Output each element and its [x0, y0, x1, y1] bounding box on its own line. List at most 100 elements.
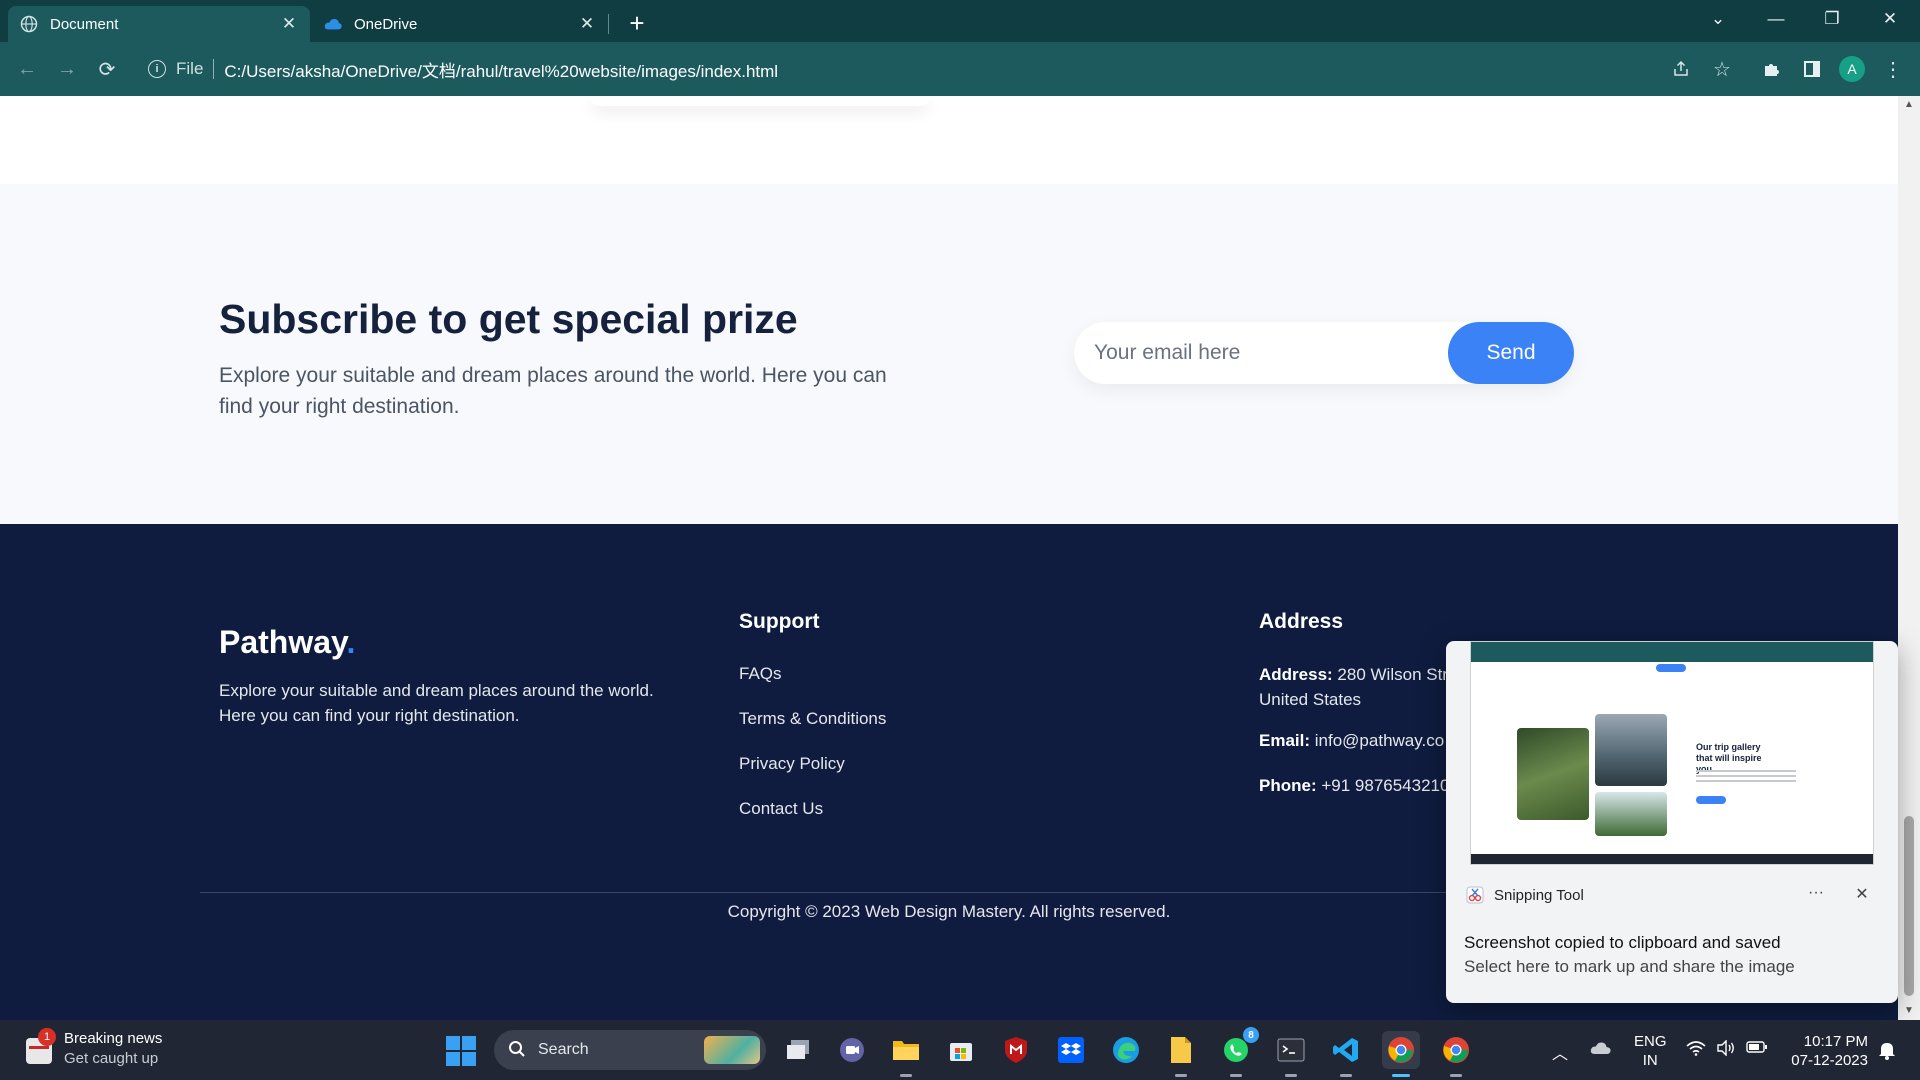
- tab-onedrive[interactable]: OneDrive ✕: [312, 6, 608, 42]
- chrome-icon[interactable]: [1382, 1031, 1420, 1077]
- whatsapp-badge: 8: [1243, 1027, 1259, 1043]
- notification-bell-icon[interactable]: [1878, 1040, 1898, 1060]
- tab-title: OneDrive: [354, 15, 418, 33]
- browser-titlebar: Document ✕ OneDrive ✕ + ⌄ — ❐ ✕: [0, 0, 1920, 42]
- task-view-icon[interactable]: [779, 1031, 817, 1069]
- send-button[interactable]: Send: [1448, 322, 1574, 384]
- volume-icon[interactable]: [1716, 1039, 1736, 1061]
- preview-lake-image: [1595, 714, 1667, 786]
- news-title[interactable]: Breaking news: [64, 1030, 162, 1047]
- subscribe-section: Subscribe to get special prize Explore y…: [0, 184, 1898, 524]
- close-icon[interactable]: ✕: [1848, 881, 1876, 909]
- search-highlight-image: [704, 1036, 760, 1064]
- address-value: 280 Wilson Str: [1337, 665, 1448, 684]
- address-label: Address:: [1259, 665, 1333, 684]
- more-options-icon[interactable]: ···: [1802, 881, 1830, 909]
- windows-taskbar: 1 Breaking news Get caught up Search 8 ︿…: [0, 1020, 1920, 1080]
- new-tab-button[interactable]: +: [622, 8, 652, 38]
- system-clock[interactable]: 10:17 PM 07-12-2023: [1780, 1032, 1868, 1070]
- back-button[interactable]: ←: [10, 52, 44, 86]
- tab-separator: [608, 14, 609, 34]
- windows-start-icon[interactable]: [446, 1036, 476, 1066]
- whatsapp-icon[interactable]: 8: [1217, 1027, 1259, 1077]
- minimize-button[interactable]: —: [1748, 0, 1804, 38]
- forward-button[interactable]: →: [50, 52, 84, 86]
- browser-toolbar: ← → ⟳ i File C:/Users/aksha/OneDrive/文档/…: [0, 42, 1920, 96]
- preview-browser-bar: [1471, 642, 1873, 662]
- close-tab-icon[interactable]: ✕: [280, 14, 298, 34]
- address-bar[interactable]: i File C:/Users/aksha/OneDrive/文档/rahul/…: [134, 50, 1694, 88]
- page-scrollbar[interactable]: ▲ ▼: [1898, 96, 1920, 1020]
- file-explorer-icon[interactable]: [887, 1031, 925, 1077]
- brand-dot: .: [346, 624, 356, 660]
- contact-link[interactable]: Contact Us: [739, 799, 823, 819]
- taskbar-search[interactable]: Search: [494, 1030, 766, 1070]
- footer-brand[interactable]: Pathway.: [219, 624, 355, 661]
- tab-search-icon[interactable]: ⌄: [1690, 0, 1746, 38]
- share-icon[interactable]: [1664, 52, 1698, 86]
- search-label: Search: [538, 1041, 589, 1058]
- preview-button: [1656, 664, 1686, 672]
- terminal-icon[interactable]: [1272, 1031, 1310, 1077]
- subscribe-form: Send: [1074, 322, 1574, 384]
- wifi-icon[interactable]: [1686, 1040, 1706, 1061]
- snipping-tool-icon: [1466, 886, 1484, 904]
- language-indicator[interactable]: ENG IN: [1634, 1032, 1667, 1070]
- footer-description: Explore your suitable and dream places a…: [219, 681, 654, 725]
- scroll-up-icon[interactable]: ▲: [1898, 96, 1920, 114]
- kebab-menu-icon[interactable]: ⋮: [1876, 52, 1910, 86]
- screenshot-preview[interactable]: Our trip gallery that will inspire you: [1470, 641, 1874, 865]
- globe-icon: [20, 15, 38, 33]
- phone-value[interactable]: +91 9876543210: [1321, 776, 1449, 795]
- mcafee-icon[interactable]: [997, 1031, 1035, 1069]
- notification-message: Screenshot copied to clipboard and saved: [1464, 933, 1781, 952]
- notification-submessage: Select here to mark up and share the ima…: [1464, 957, 1795, 976]
- info-icon[interactable]: i: [148, 60, 166, 78]
- url-text[interactable]: C:/Users/aksha/OneDrive/文档/rahul/travel%…: [224, 57, 778, 82]
- extensions-puzzle-icon[interactable]: [1755, 52, 1789, 86]
- chrome-profile-icon[interactable]: [1437, 1031, 1475, 1077]
- preview-button-2: [1696, 796, 1726, 804]
- support-heading: Support: [739, 610, 820, 633]
- preview-text-lines: [1696, 770, 1796, 784]
- phone-label: Phone:: [1259, 776, 1317, 795]
- terms-link[interactable]: Terms & Conditions: [739, 709, 886, 729]
- close-window-button[interactable]: ✕: [1862, 0, 1918, 38]
- onedrive-tray-icon[interactable]: [1590, 1040, 1612, 1061]
- vscode-icon[interactable]: [1327, 1031, 1365, 1077]
- preview-taskbar: [1471, 854, 1873, 864]
- news-subtitle[interactable]: Get caught up: [64, 1050, 158, 1067]
- email-label: Email:: [1259, 731, 1311, 750]
- side-panel-icon[interactable]: [1795, 52, 1829, 86]
- brand-name: Pathway: [219, 624, 347, 660]
- notification-app-name: Snipping Tool: [1494, 887, 1584, 904]
- clock-time: 10:17 PM: [1803, 1033, 1868, 1050]
- scrollbar-thumb[interactable]: [1904, 816, 1914, 996]
- url-scheme: File: [176, 59, 204, 78]
- close-tab-icon[interactable]: ✕: [578, 14, 596, 34]
- profile-avatar[interactable]: A: [1839, 56, 1865, 82]
- email-input[interactable]: [1094, 322, 1434, 384]
- chevron-up-icon[interactable]: ︿: [1552, 1040, 1568, 1064]
- teams-chat-icon[interactable]: [833, 1031, 871, 1069]
- restore-button[interactable]: ❐: [1804, 0, 1860, 38]
- scroll-down-icon[interactable]: ▼: [1898, 1002, 1920, 1020]
- preview-forest-image: [1517, 728, 1589, 820]
- privacy-link[interactable]: Privacy Policy: [739, 754, 845, 774]
- dropbox-icon[interactable]: [1052, 1031, 1090, 1069]
- clock-date: 07-12-2023: [1791, 1052, 1868, 1069]
- faqs-link[interactable]: FAQs: [739, 664, 782, 684]
- bookmark-star-icon[interactable]: ☆: [1705, 52, 1739, 86]
- microsoft-store-icon[interactable]: [942, 1031, 980, 1069]
- search-icon: [509, 1041, 525, 1057]
- tab-title: Document: [50, 15, 119, 33]
- snipping-tool-notification[interactable]: Our trip gallery that will inspire you S…: [1446, 641, 1898, 1003]
- email-value[interactable]: info@pathway.co: [1315, 731, 1444, 750]
- tab-document[interactable]: Document ✕: [8, 6, 310, 42]
- reload-button[interactable]: ⟳: [90, 52, 124, 86]
- battery-icon[interactable]: [1746, 1040, 1768, 1059]
- cloud-icon: [324, 15, 342, 33]
- edge-browser-icon[interactable]: [1107, 1031, 1145, 1069]
- address-heading: Address: [1259, 610, 1344, 633]
- sticky-notes-icon[interactable]: [1162, 1031, 1200, 1077]
